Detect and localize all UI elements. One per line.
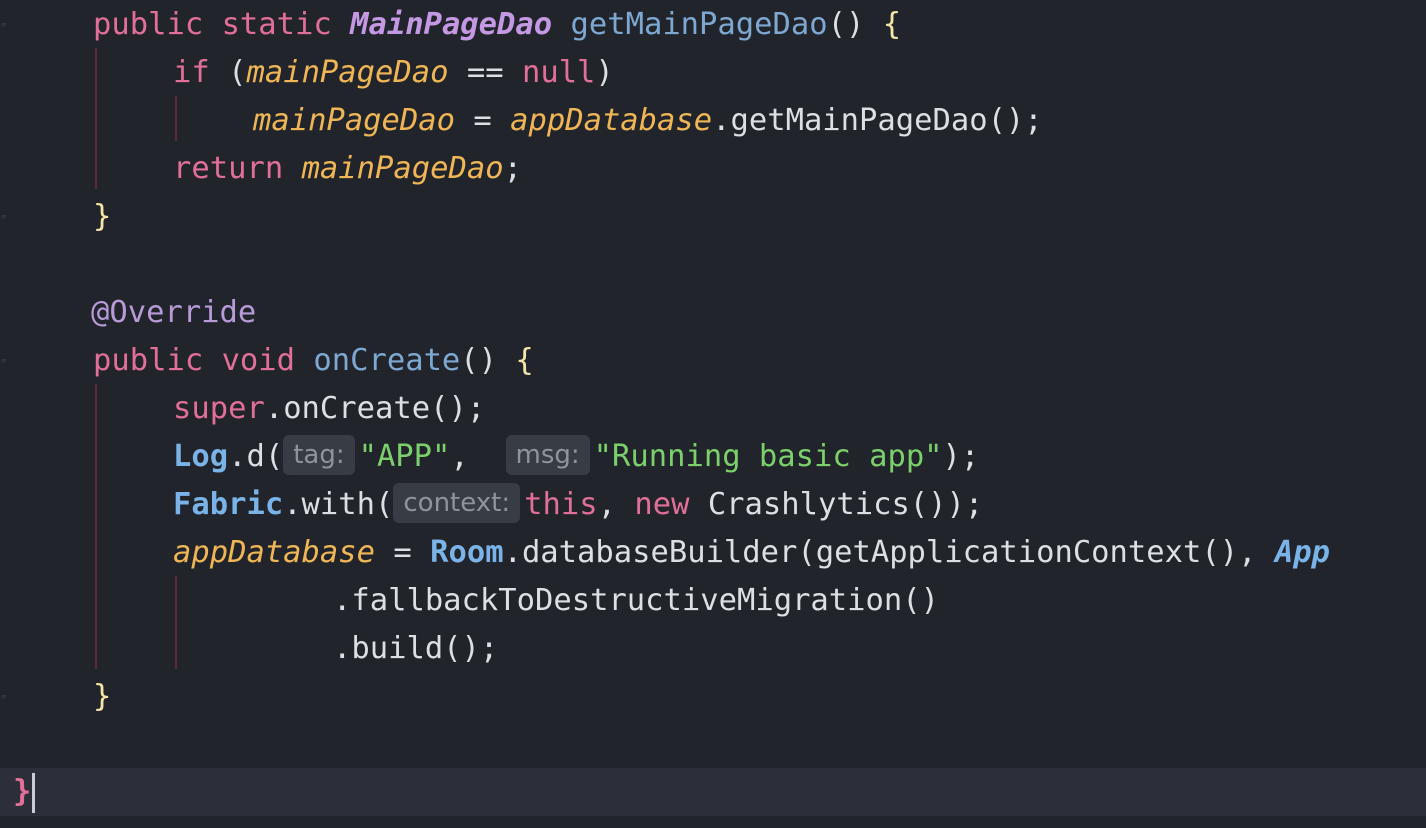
brace: } xyxy=(93,679,112,714)
operator: = xyxy=(393,535,412,570)
code-line-14[interactable]: .build(); xyxy=(0,625,1426,673)
code-line-7[interactable]: @Override xyxy=(0,289,1426,337)
text-cursor xyxy=(32,773,35,813)
class-ref-truncated: App xyxy=(1274,535,1330,570)
method-call: .build(); xyxy=(333,631,499,666)
method-call: .d( xyxy=(228,439,284,474)
code-line-11[interactable]: Fabric.with(context: this, new Crashlytic… xyxy=(0,481,1426,529)
constructor-call: Crashlytics()); xyxy=(707,487,984,522)
brace: { xyxy=(515,343,534,378)
call-end: ); xyxy=(942,439,980,474)
method-call: .databaseBuilder(getApplicationContext()… xyxy=(503,535,1257,570)
semicolon: ; xyxy=(503,151,522,186)
comma: , xyxy=(597,487,616,522)
type-name: MainPageDao xyxy=(350,7,553,42)
parameter-hint-msg: msg: xyxy=(505,435,590,475)
keyword: new xyxy=(634,487,690,522)
parens: () xyxy=(460,343,498,378)
class-ref: Fabric xyxy=(173,487,284,522)
class-ref: Room xyxy=(430,535,504,570)
parameter-hint-context: context: xyxy=(393,483,521,523)
code-line-12[interactable]: appDatabase = Room.databaseBuilder(getAp… xyxy=(0,529,1426,577)
closing-brace-highlighted: } xyxy=(13,774,32,809)
keyword: return xyxy=(173,151,284,186)
code-line-1[interactable]: public static MainPageDao getMainPageDao… xyxy=(0,1,1426,49)
keyword: this xyxy=(524,487,598,522)
paren: ) xyxy=(595,55,614,90)
code-line-4[interactable]: return mainPageDao; xyxy=(0,145,1426,193)
paren: ( xyxy=(228,55,247,90)
field-ref: mainPageDao xyxy=(301,151,504,186)
method-call: .getMainPageDao(); xyxy=(712,103,1043,138)
code-line-5[interactable]: } xyxy=(0,193,1426,241)
keyword: public xyxy=(93,343,204,378)
string-literal: "Running basic app" xyxy=(593,439,943,474)
method-call: .with( xyxy=(283,487,394,522)
comma: , xyxy=(450,439,469,474)
field-ref: mainPageDao xyxy=(253,103,455,138)
keyword: if xyxy=(173,55,210,90)
field-ref: mainPageDao xyxy=(246,55,449,90)
string-literal: "APP" xyxy=(358,439,451,474)
method-call: .onCreate(); xyxy=(264,391,486,426)
brace: { xyxy=(882,7,902,42)
operator: == xyxy=(466,55,504,90)
brace: } xyxy=(93,199,112,234)
keyword: static xyxy=(221,7,332,42)
parens: () xyxy=(827,7,865,42)
parameter-hint-tag: tag: xyxy=(283,435,355,475)
method-call: .fallbackToDestructiveMigration() xyxy=(333,583,939,618)
code-line-10[interactable]: Log.d(tag: "APP", msg: "Running basic app"… xyxy=(0,433,1426,481)
code-editor[interactable]: ⌔ ⌔ ⌔ ⌔ public static MainPageDao getMai… xyxy=(0,0,1426,828)
operator: = xyxy=(473,103,492,138)
class-ref: Log xyxy=(173,439,229,474)
annotation: @Override xyxy=(91,295,257,330)
field-ref: appDatabase xyxy=(510,103,713,138)
method-name: onCreate xyxy=(313,343,461,378)
keyword: void xyxy=(221,343,296,378)
keyword: super xyxy=(173,391,265,426)
code-line-13[interactable]: .fallbackToDestructiveMigration() xyxy=(0,577,1426,625)
code-line-3[interactable]: mainPageDao = appDatabase.getMainPageDao… xyxy=(0,97,1426,145)
field-ref: appDatabase xyxy=(173,535,375,570)
method-name: getMainPageDao xyxy=(570,7,828,42)
keyword: null xyxy=(521,55,596,90)
code-line-9[interactable]: super.onCreate(); xyxy=(0,385,1426,433)
code-line-15[interactable]: } xyxy=(0,673,1426,721)
code-line-2[interactable]: if (mainPageDao == null) xyxy=(0,49,1426,97)
code-line-8[interactable]: public void onCreate() { xyxy=(0,337,1426,385)
code-line-17-current[interactable]: } xyxy=(0,768,1426,816)
keyword: public xyxy=(93,7,204,42)
